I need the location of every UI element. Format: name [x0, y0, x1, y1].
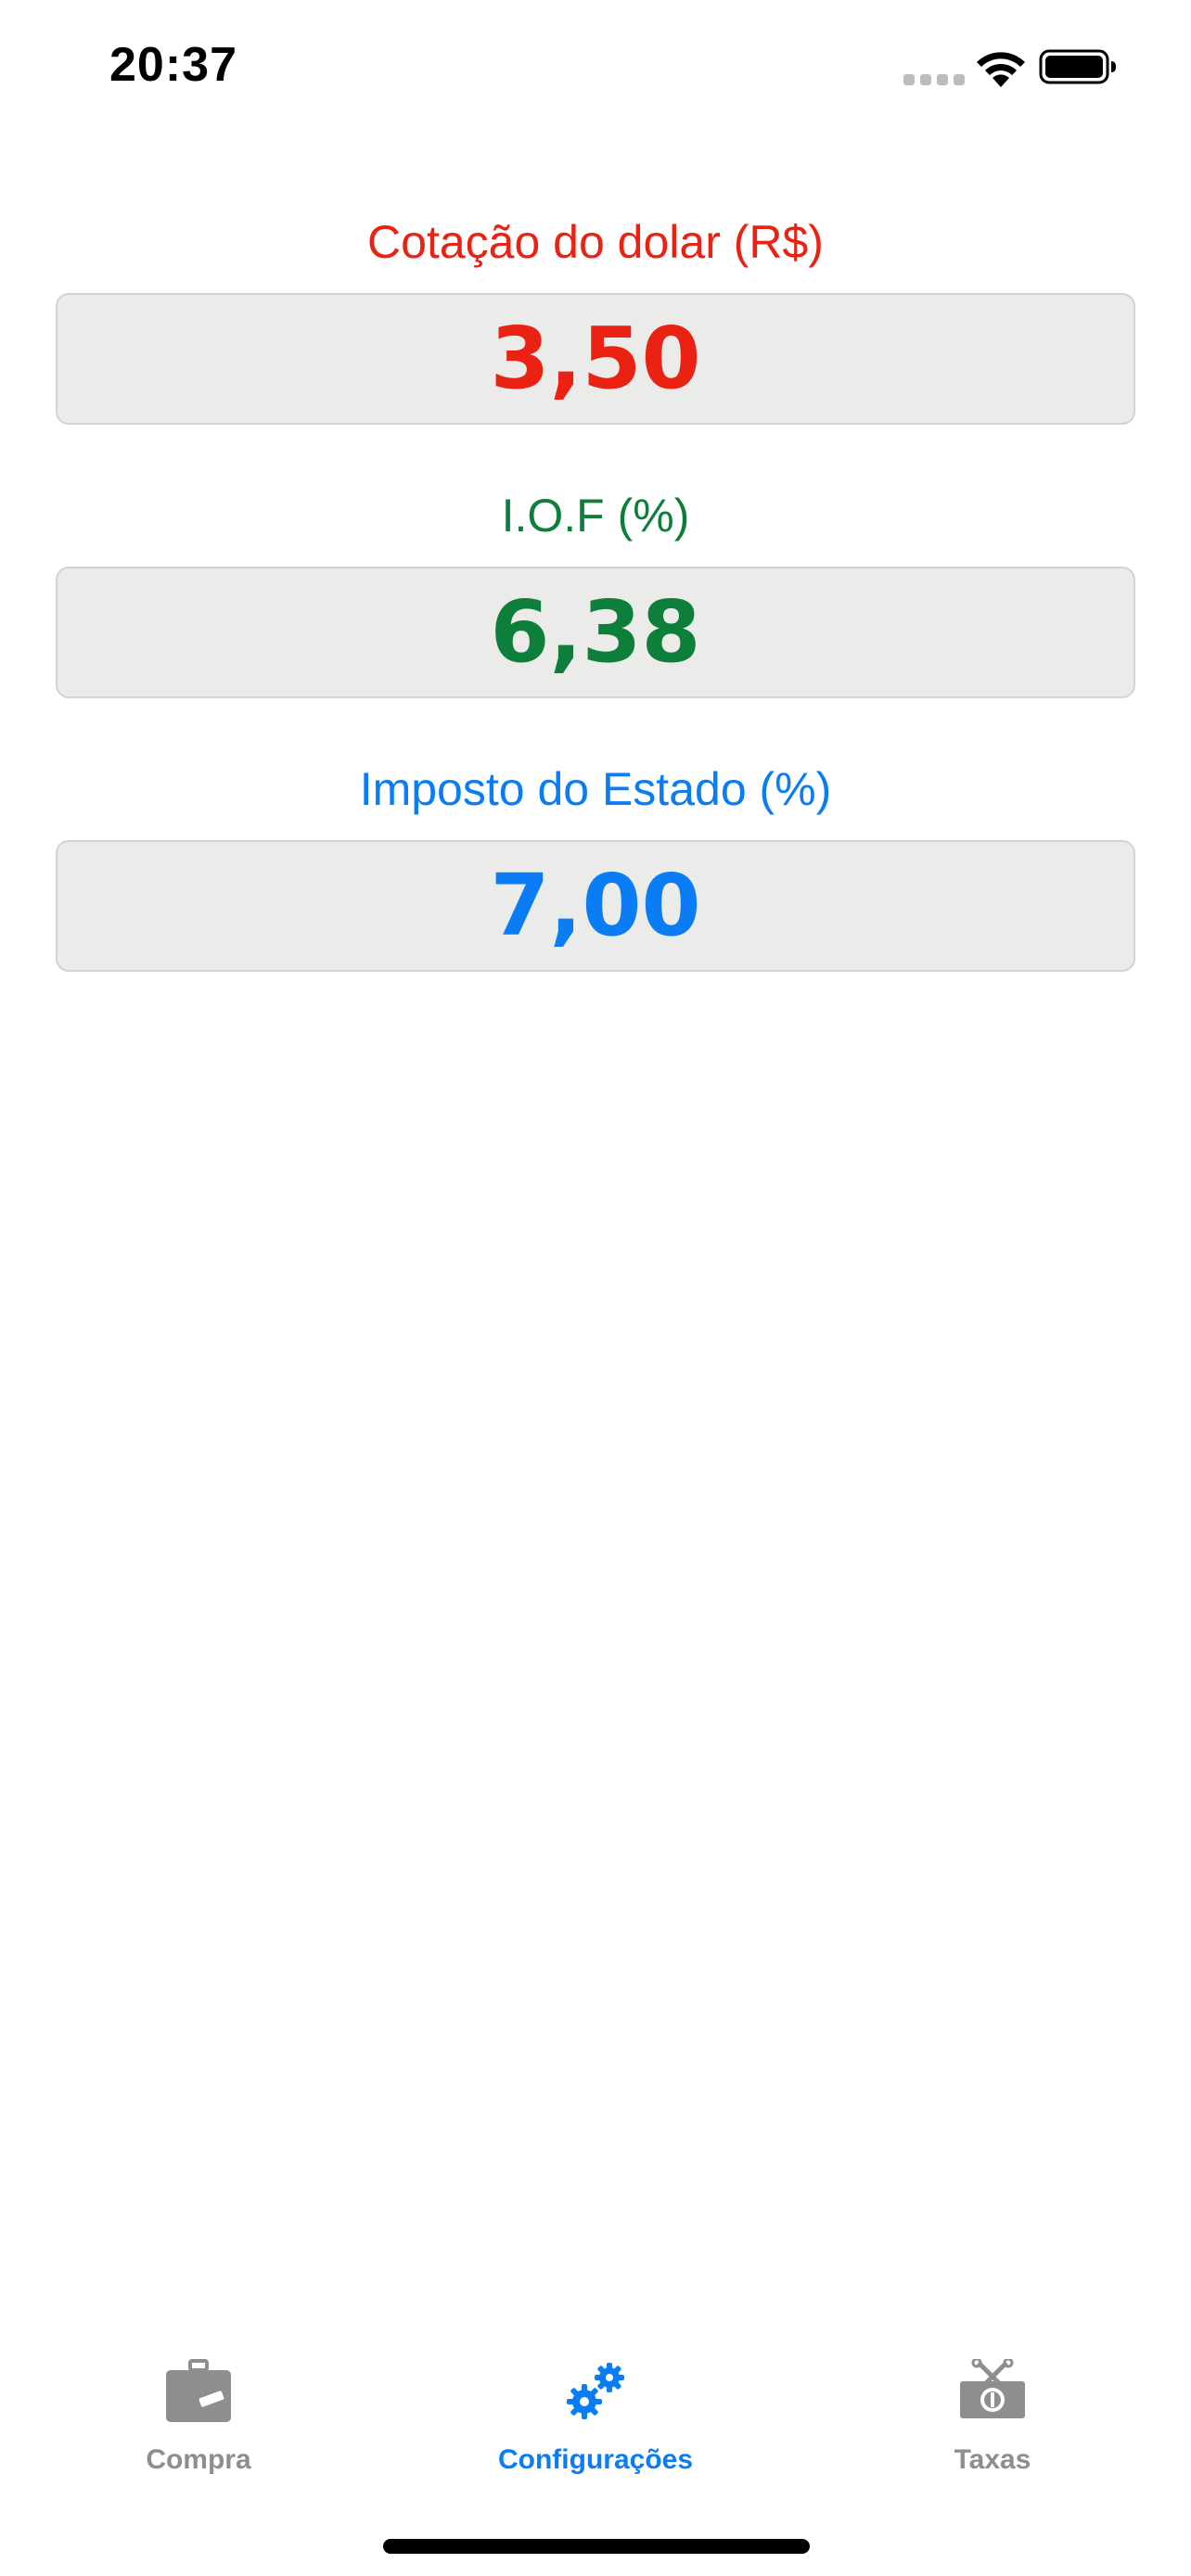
tab-compra[interactable]: Compra: [0, 2346, 397, 2494]
home-indicator: [383, 2539, 810, 2554]
battery-icon: [1039, 49, 1116, 84]
dolar-rate-input[interactable]: 3,50: [56, 293, 1135, 425]
iof-input[interactable]: 6,38: [56, 567, 1135, 698]
tab-bar: Compra Configurações Taxas: [0, 2346, 1191, 2494]
status-bar: 20:37: [0, 0, 1191, 130]
state-tax-input[interactable]: 7,00: [56, 840, 1135, 972]
suitcase-icon: [166, 2359, 231, 2422]
dolar-rate-label: Cotação do dolar (R$): [367, 216, 824, 268]
tab-taxas-label: Taxas: [954, 2444, 1031, 2475]
money-bill-icon: [960, 2359, 1025, 2418]
gears-icon: [567, 2363, 624, 2419]
tab-configuracoes-label: Configurações: [497, 2444, 694, 2475]
status-time: 20:37: [109, 38, 237, 92]
wifi-icon: [977, 52, 1025, 87]
tab-configuracoes[interactable]: Configurações: [397, 2346, 794, 2494]
tab-taxas[interactable]: Taxas: [794, 2346, 1191, 2494]
iof-label: I.O.F (%): [501, 490, 690, 542]
cellular-signal-icon: [903, 74, 965, 85]
state-tax-label: Imposto do Estado (%): [359, 763, 832, 815]
tab-compra-label: Compra: [146, 2444, 251, 2475]
